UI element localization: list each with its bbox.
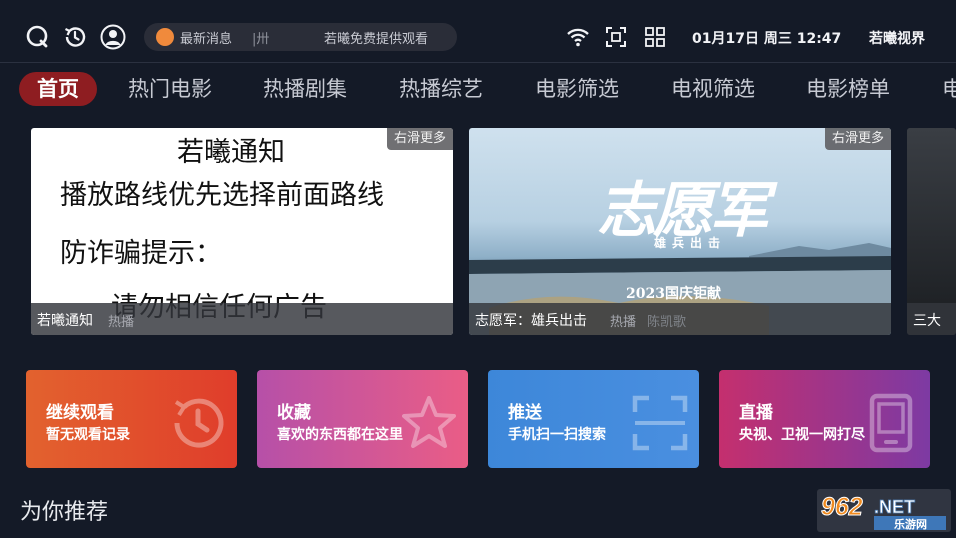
card-title: 继续观看 xyxy=(46,403,114,423)
tab-more-partial[interactable]: 电 xyxy=(942,72,956,106)
banner-caption: 三大 xyxy=(907,303,956,335)
datetime-text: 01月17日 周三 12:47 xyxy=(692,31,842,47)
wifi-icon xyxy=(567,28,589,47)
swipe-more-badge: 右滑更多 xyxy=(824,128,891,150)
card-title: 推送 xyxy=(508,403,542,423)
tab-movie-ranking[interactable]: 电影榜单 xyxy=(806,72,890,106)
history-icon xyxy=(174,398,224,448)
scan-icon[interactable] xyxy=(606,27,626,47)
tab-home[interactable]: 首页 xyxy=(19,72,97,106)
top-bar: 最新消息 |卅 若曦免费提供观看 01月17日 周三 12:47 若曦视界 xyxy=(0,0,956,62)
push-card[interactable]: 推送 手机扫一扫搜索 xyxy=(488,370,699,468)
banner-partial[interactable]: 三大 xyxy=(907,128,956,335)
svg-text:乐游网: 乐游网 xyxy=(894,517,927,531)
card-title: 直播 xyxy=(739,403,773,423)
tab-tv-filter[interactable]: 电视筛选 xyxy=(671,72,755,106)
card-subtitle: 央视、卫视一网打尽 xyxy=(739,427,865,443)
notice-fraud-heading: 防诈骗提示： xyxy=(60,238,222,269)
tab-movie-filter[interactable]: 电影筛选 xyxy=(535,72,619,106)
svg-text:962: 962 xyxy=(821,493,863,521)
banner-caption: 若曦通知 热播 xyxy=(31,303,453,335)
svg-text:.NET: .NET xyxy=(874,497,915,517)
card-subtitle: 手机扫一扫搜索 xyxy=(508,427,606,443)
site-watermark: 962 .NET 乐游网 xyxy=(817,489,951,532)
continue-watching-card[interactable]: 继续观看 暂无观看记录 xyxy=(26,370,237,468)
scan-icon xyxy=(632,395,688,451)
banner-notice[interactable]: 若曦通知 播放路线优先选择前面路线 防诈骗提示： 请勿相信任何广告 右滑更多 若… xyxy=(31,128,453,335)
card-title: 收藏 xyxy=(277,403,311,423)
card-subtitle: 暂无观看记录 xyxy=(46,427,130,443)
news-ticker[interactable]: 最新消息 |卅 若曦免费提供观看 xyxy=(144,23,457,51)
hot-tag: 热播 xyxy=(108,315,135,330)
banner-title: 三大 xyxy=(913,313,941,329)
history-icon[interactable] xyxy=(62,24,88,50)
poster-credit: 陈凯歌 xyxy=(647,315,687,330)
favorites-card[interactable]: 收藏 喜欢的东西都在这里 xyxy=(257,370,468,468)
news-message: 若曦免费提供观看 xyxy=(324,32,429,47)
tab-hot-series[interactable]: 热播剧集 xyxy=(263,72,347,106)
tab-popular-movies[interactable]: 热门电影 xyxy=(128,72,212,106)
hot-tag: 热播 xyxy=(610,315,637,330)
banner-movie[interactable]: 志愿军 雄兵出击 2023国庆钜献 右滑更多 志愿军：雄兵出击 热播 陈凯歌 xyxy=(469,128,891,335)
partial-poster xyxy=(907,128,956,303)
apps-grid-icon[interactable] xyxy=(645,27,665,47)
card-subtitle: 喜欢的东西都在这里 xyxy=(277,427,403,443)
notice-title: 若曦通知 xyxy=(177,137,285,168)
banner-caption: 志愿军：雄兵出击 热播 陈凯歌 xyxy=(469,303,891,335)
notice-route-tip: 播放路线优先选择前面路线 xyxy=(60,180,384,211)
banner-title: 若曦通知 xyxy=(37,313,93,329)
search-icon[interactable] xyxy=(25,24,51,50)
news-fragment: |卅 xyxy=(252,32,270,47)
watermark-logo: 962 .NET 乐游网 xyxy=(817,489,951,532)
brand-name: 若曦视界 xyxy=(869,31,925,47)
live-tv-card[interactable]: 直播 央视、卫视一网打尽 xyxy=(719,370,930,468)
banner-title: 志愿军：雄兵出击 xyxy=(475,313,587,329)
tablet-icon xyxy=(869,393,913,453)
recommended-section-title: 为你推荐 xyxy=(20,500,109,525)
tab-hot-variety[interactable]: 热播综艺 xyxy=(399,72,483,106)
swipe-more-badge: 右滑更多 xyxy=(386,128,453,150)
divider xyxy=(0,62,956,63)
megaphone-icon xyxy=(156,28,174,46)
star-icon xyxy=(402,396,456,448)
poster-year: 2023国庆钜献 xyxy=(626,286,721,302)
news-label: 最新消息 xyxy=(180,32,233,47)
poster-subtitle: 雄兵出击 xyxy=(654,236,727,250)
user-account-icon[interactable] xyxy=(100,24,126,50)
